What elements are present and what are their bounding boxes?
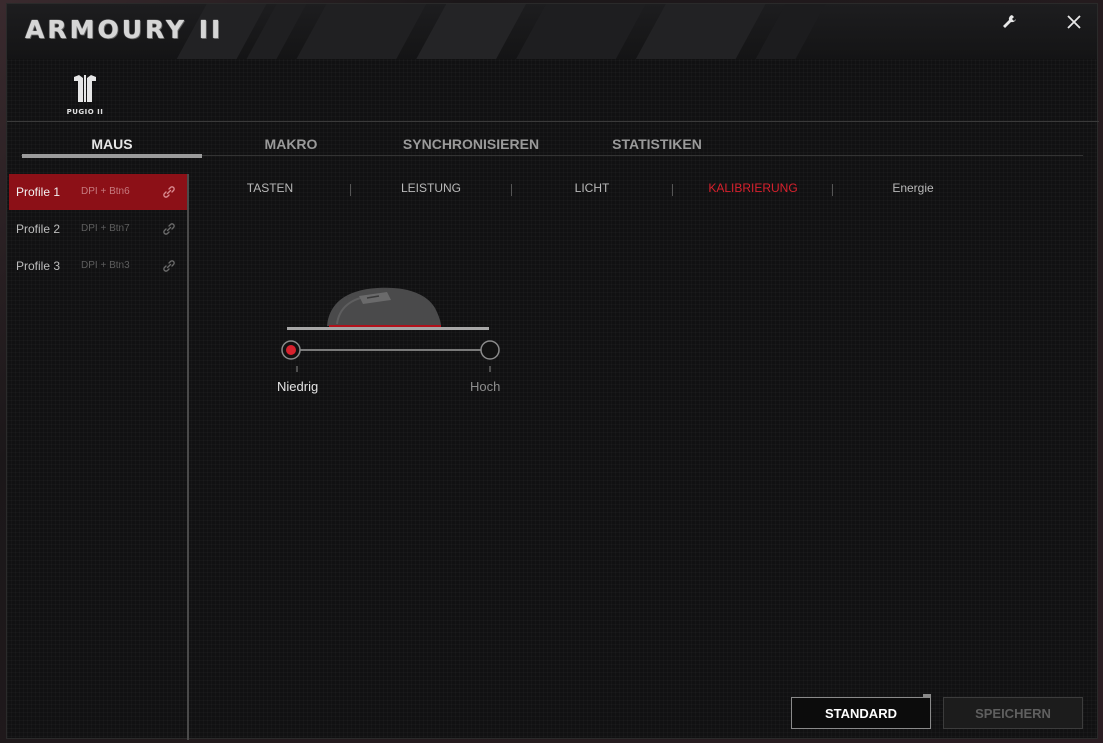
calibration-illustration <box>281 287 500 372</box>
subtab-kalibrierung[interactable]: KALIBRIERUNG <box>673 176 833 200</box>
sub-tabs: TASTEN LEISTUNG LICHT KALIBRIERUNG Energ… <box>190 176 1098 200</box>
mouse-illustration <box>327 287 441 327</box>
tab-statistiken[interactable]: STATISTIKEN <box>577 130 737 158</box>
surface-line <box>287 327 489 330</box>
profile-name: Profile 2 <box>16 222 61 236</box>
app-window: ARMOURY II PUGIO II MAUS MAKRO SYNCHRONI… <box>6 3 1099 740</box>
calibration-label-high: Hoch <box>470 379 501 394</box>
wrench-icon[interactable] <box>999 12 1019 32</box>
calibration-panel: Niedrig Hoch <box>267 274 527 414</box>
app-title: ARMOURY II <box>25 15 224 44</box>
active-tab-indicator <box>22 154 202 158</box>
title-bar: ARMOURY II <box>7 4 1097 59</box>
profile-list: Profile 1 DPI + Btn6 Profile 2 DPI + Btn… <box>9 174 189 740</box>
pugio-logo-icon <box>74 75 96 102</box>
profile-name: Profile 1 <box>16 185 61 199</box>
device-name: PUGIO II <box>66 108 104 116</box>
tab-synchronisieren[interactable]: SYNCHRONISIEREN <box>391 130 551 158</box>
calibration-option-high[interactable] <box>480 340 500 360</box>
link-icon[interactable] <box>161 258 177 274</box>
subtab-leistung[interactable]: LEISTUNG <box>351 176 511 200</box>
save-button-label: SPEICHERN <box>975 706 1051 721</box>
standard-button-label: STANDARD <box>825 706 897 721</box>
save-button[interactable]: SPEICHERN <box>943 697 1083 729</box>
tab-makro[interactable]: MAKRO <box>211 130 371 158</box>
close-icon[interactable] <box>1064 12 1084 32</box>
link-icon[interactable] <box>161 221 177 237</box>
profile-shortcut: DPI + Btn6 <box>81 186 130 197</box>
profile-item-2[interactable]: Profile 2 DPI + Btn7 <box>9 211 187 247</box>
standard-button[interactable]: STANDARD <box>791 694 931 729</box>
profile-item-1[interactable]: Profile 1 DPI + Btn6 <box>9 174 187 210</box>
subtab-tasten[interactable]: TASTEN <box>190 176 350 200</box>
profile-item-3[interactable]: Profile 3 DPI + Btn3 <box>9 248 187 284</box>
subtab-licht[interactable]: LICHT <box>512 176 672 200</box>
calibration-label-low: Niedrig <box>277 379 319 394</box>
profile-shortcut: DPI + Btn7 <box>81 223 130 234</box>
subtab-energie[interactable]: Energie <box>833 176 993 200</box>
link-icon[interactable] <box>161 184 177 200</box>
button-corner-accent <box>923 694 931 698</box>
header-divider <box>7 121 1099 122</box>
device-logo: PUGIO II <box>57 72 113 120</box>
profile-name: Profile 3 <box>16 259 61 273</box>
profile-shortcut: DPI + Btn3 <box>81 260 130 271</box>
